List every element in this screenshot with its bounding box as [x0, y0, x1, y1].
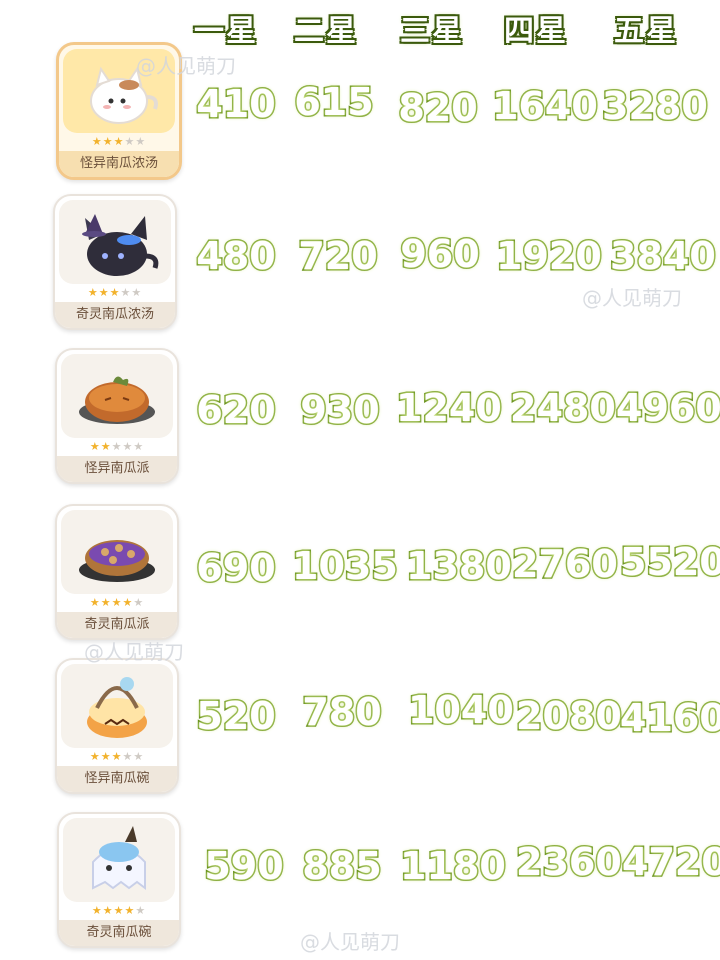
value-one-star: 410 [195, 81, 277, 128]
value-two-star: 780 [301, 689, 383, 736]
header-four-star: 四星 [503, 13, 568, 50]
recipe-card[interactable]: ★★★★★ 奇灵南瓜碗 [57, 812, 181, 948]
value-one-star: 590 [203, 843, 285, 890]
recipe-name: 怪异南瓜派 [57, 456, 177, 482]
value-five-star: 4720 [621, 839, 720, 886]
value-four-star: 1640 [491, 83, 600, 130]
value-one-star: 620 [195, 387, 277, 434]
value-four-star: 1920 [495, 233, 604, 280]
recipe-name: 怪异南瓜浓汤 [59, 151, 179, 177]
value-five-star: 4160 [619, 695, 720, 742]
recipe-name: 奇灵南瓜派 [57, 612, 177, 638]
value-four-star: 2360 [515, 839, 624, 886]
star-rating: ★★★★★ [89, 750, 145, 763]
watermark: @人见萌刀 [300, 930, 400, 954]
header-three-star: 三星 [399, 13, 464, 50]
watermark: @人见萌刀 [582, 286, 682, 310]
recipe-name: 怪异南瓜碗 [57, 766, 177, 792]
star-rating: ★★★★★ [87, 286, 143, 299]
ghost-pumpkin-bowl-icon [63, 818, 175, 902]
value-three-star: 960 [399, 231, 481, 278]
value-five-star: 5520 [619, 539, 720, 586]
star-rating: ★★★★★ [89, 596, 145, 609]
recipe-row: ★★★★★ 奇灵南瓜派 690 1035 1380 2760 5520 [0, 504, 720, 640]
header-one-star: 一星 [193, 13, 258, 50]
recipe-card[interactable]: ★★★★★ 怪异南瓜派 [55, 348, 179, 484]
recipe-row: ★★★★★ 怪异南瓜碗 520 780 1040 2080 4160 [0, 658, 720, 794]
recipe-card[interactable]: ★★★★★ 奇灵南瓜浓汤 [53, 194, 177, 330]
recipe-name: 奇灵南瓜碗 [59, 920, 179, 946]
value-four-star: 2480 [509, 385, 618, 432]
value-two-star: 720 [297, 233, 379, 280]
pumpkin-bowl-icon [61, 664, 173, 748]
value-two-star: 885 [301, 843, 383, 890]
value-one-star: 480 [195, 233, 277, 280]
value-two-star: 930 [299, 387, 381, 434]
star-rating: ★★★★★ [91, 135, 147, 148]
value-two-star: 1035 [291, 543, 400, 590]
recipe-name: 奇灵南瓜浓汤 [55, 302, 175, 328]
recipe-row: ★★★★★ 怪异南瓜派 620 930 1240 2480 4960 [0, 348, 720, 484]
value-four-star: 2080 [515, 693, 624, 740]
recipe-row: ★★★★★ 怪异南瓜浓汤 410 615 820 1640 3280 [0, 42, 720, 180]
value-two-star: 615 [293, 79, 375, 126]
header-five-star: 五星 [613, 13, 678, 50]
blueberry-pie-icon [61, 510, 173, 594]
value-five-star: 4960 [615, 385, 720, 432]
value-three-star: 1040 [407, 687, 516, 734]
value-three-star: 820 [397, 85, 479, 132]
value-five-star: 3840 [609, 233, 718, 280]
value-one-star: 690 [195, 545, 277, 592]
value-five-star: 3280 [601, 83, 710, 130]
header-two-star: 二星 [293, 13, 358, 50]
star-rating: ★★★★★ [89, 440, 145, 453]
value-four-star: 2760 [511, 541, 620, 588]
recipe-card[interactable]: ★★★★★ 怪异南瓜碗 [55, 658, 179, 794]
value-three-star: 1240 [395, 385, 504, 432]
value-three-star: 1180 [399, 843, 508, 890]
pumpkin-pie-icon [61, 354, 173, 438]
value-one-star: 520 [195, 693, 277, 740]
recipe-card[interactable]: ★★★★★ 奇灵南瓜派 [55, 504, 179, 640]
star-rating: ★★★★★ [91, 904, 147, 917]
watermark: @人见萌刀 [84, 640, 184, 664]
watermark: @人见萌刀 [136, 54, 236, 78]
value-three-star: 1380 [405, 543, 514, 590]
witch-cat-pot-icon [59, 200, 171, 284]
